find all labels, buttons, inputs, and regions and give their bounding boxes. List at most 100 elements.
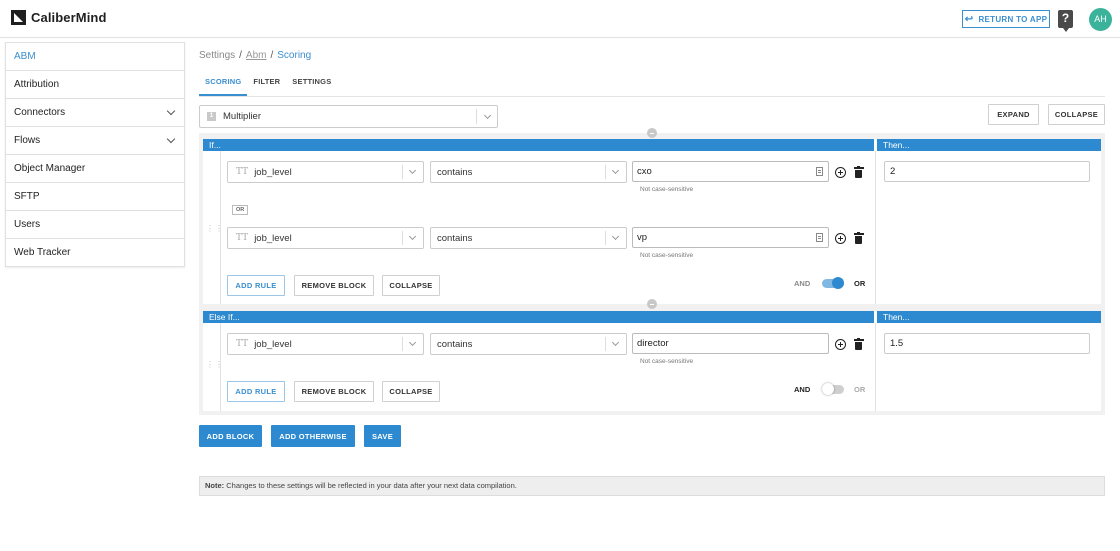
delete-rule-icon[interactable] — [853, 165, 864, 178]
rule-block-else-if: Else If... Then... ⋮⋮ TT job_level conta… — [203, 311, 1101, 411]
sidebar-item-object-manager[interactable]: Object Manager — [6, 155, 184, 183]
breadcrumb-settings[interactable]: Settings — [199, 50, 235, 61]
toggle-knob — [822, 383, 834, 395]
then-value-input[interactable]: 2 — [884, 161, 1090, 182]
avatar[interactable]: AH — [1089, 8, 1112, 31]
and-or-toggle[interactable] — [822, 277, 844, 289]
select-divider — [605, 231, 606, 245]
block-header-else-if: Else If... — [203, 311, 874, 323]
expand-button[interactable]: EXPAND — [988, 104, 1039, 125]
chevron-down-icon — [408, 338, 417, 347]
list-values-icon[interactable] — [816, 233, 823, 242]
sidebar-item-label: Attribution — [14, 79, 60, 90]
add-rule-button[interactable]: ADD RULE — [227, 275, 285, 296]
toggle-or-label: OR — [854, 279, 866, 288]
rule-operator-select[interactable]: contains — [430, 333, 627, 355]
collapse-all-button[interactable]: COLLAPSE — [1048, 104, 1105, 125]
collapse-toggle-icon[interactable] — [647, 299, 657, 309]
rule-operator-value: contains — [437, 166, 473, 178]
sidebar-item-label: Flows — [14, 135, 41, 146]
add-block-button[interactable]: ADD BLOCK — [199, 425, 262, 447]
list-values-icon[interactable] — [816, 167, 823, 176]
rule-field-select[interactable]: TT job_level — [227, 333, 424, 355]
remove-block-button[interactable]: REMOVE BLOCK — [294, 381, 374, 402]
rule-field-select[interactable]: TT job_level — [227, 161, 424, 183]
breadcrumb-separator: / — [270, 50, 274, 61]
tab-scoring[interactable]: SCORING — [199, 73, 248, 96]
note-label: Note: — [205, 481, 225, 490]
rule-field-select[interactable]: TT job_level — [227, 227, 424, 249]
select-divider — [402, 165, 403, 179]
add-condition-icon[interactable] — [835, 233, 846, 244]
help-icon[interactable]: ? — [1058, 10, 1073, 32]
chevron-down-icon — [166, 134, 176, 144]
text-type-icon: TT — [236, 233, 249, 243]
sidebar-item-label: Web Tracker — [14, 247, 71, 258]
scoring-mode-select[interactable]: 1 Multiplier — [199, 105, 498, 128]
rule-operator-select[interactable]: contains — [430, 161, 627, 183]
sidebar-item-label: SFTP — [14, 191, 40, 202]
rule-operator-select[interactable]: contains — [430, 227, 627, 249]
toggle-knob — [832, 277, 844, 289]
and-or-toggle[interactable] — [822, 383, 844, 395]
brand-logo[interactable]: CaliberMind — [11, 10, 107, 25]
tab-settings[interactable]: SETTINGS — [286, 73, 337, 96]
top-bar: CaliberMind ↩ RETURN TO APP ? AH — [0, 0, 1120, 38]
text-type-icon: TT — [236, 167, 249, 177]
block-header-then: Then... — [877, 311, 1101, 323]
then-value-input[interactable]: 1.5 — [884, 333, 1090, 354]
delete-rule-icon[interactable] — [853, 337, 864, 350]
rule-field-value: job_level — [254, 338, 292, 350]
select-divider — [605, 337, 606, 351]
sidebar-item-label: Connectors — [14, 107, 66, 118]
rule-value-input[interactable]: vp — [632, 227, 829, 248]
collapse-block-button[interactable]: COLLAPSE — [382, 275, 440, 296]
delete-rule-icon[interactable] — [853, 231, 864, 244]
rule-operator-value: contains — [437, 232, 473, 244]
tab-filter[interactable]: FILTER — [247, 73, 286, 96]
sidebar-item-flows[interactable]: Flows — [6, 127, 184, 155]
sidebar-item-sftp[interactable]: SFTP — [6, 183, 184, 211]
save-button[interactable]: SAVE — [364, 425, 401, 447]
remove-block-button[interactable]: REMOVE BLOCK — [294, 275, 374, 296]
drag-handle-icon[interactable]: ⋮⋮ — [206, 225, 224, 233]
rule-value-input[interactable]: cxo — [632, 161, 829, 182]
breadcrumb: Settings / Abm / Scoring — [199, 50, 311, 61]
collapse-block-button[interactable]: COLLAPSE — [382, 381, 440, 402]
then-divider — [875, 151, 876, 304]
return-to-app-button[interactable]: ↩ RETURN TO APP — [962, 10, 1050, 28]
rule-field-value: job_level — [254, 166, 292, 178]
add-rule-button[interactable]: ADD RULE — [227, 381, 285, 402]
chevron-down-icon — [408, 232, 417, 241]
calibermind-logo-icon — [11, 10, 26, 25]
sidebar-item-web-tracker[interactable]: Web Tracker — [6, 239, 184, 267]
rule-block-if: If... Then... ⋮⋮ TT job_level contains c… — [203, 139, 1101, 304]
note-text: Changes to these settings will be reflec… — [226, 481, 517, 490]
drag-handle-icon[interactable]: ⋮⋮ — [206, 361, 224, 369]
toggle-and-label: AND — [794, 279, 811, 288]
mode-selected-value: Multiplier — [223, 111, 262, 122]
or-joiner-badge: OR — [232, 205, 249, 215]
rule-operator-value: contains — [437, 338, 473, 350]
toggle-and-label: AND — [794, 385, 811, 394]
select-divider — [605, 165, 606, 179]
sidebar-item-attribution[interactable]: Attribution — [6, 71, 184, 99]
text-type-icon: TT — [236, 339, 249, 349]
brand-name: CaliberMind — [31, 10, 107, 25]
sidebar-item-abm[interactable]: ABM — [6, 43, 184, 71]
add-condition-icon[interactable] — [835, 167, 846, 178]
breadcrumb-abm[interactable]: Abm — [246, 50, 267, 61]
chevron-down-icon — [611, 166, 620, 175]
return-label: RETURN TO APP — [978, 14, 1048, 24]
add-otherwise-button[interactable]: ADD OTHERWISE — [271, 425, 355, 447]
sidebar-item-connectors[interactable]: Connectors — [6, 99, 184, 127]
rule-field-value: job_level — [254, 232, 292, 244]
case-hint: Not case-sensitive — [640, 358, 694, 365]
rule-value-input[interactable]: director — [632, 333, 829, 354]
add-condition-icon[interactable] — [835, 339, 846, 350]
then-divider — [875, 323, 876, 411]
sidebar-item-users[interactable]: Users — [6, 211, 184, 239]
rule-value-text: director — [637, 338, 669, 349]
collapse-toggle-icon[interactable] — [647, 128, 657, 138]
chevron-down-icon — [408, 166, 417, 175]
